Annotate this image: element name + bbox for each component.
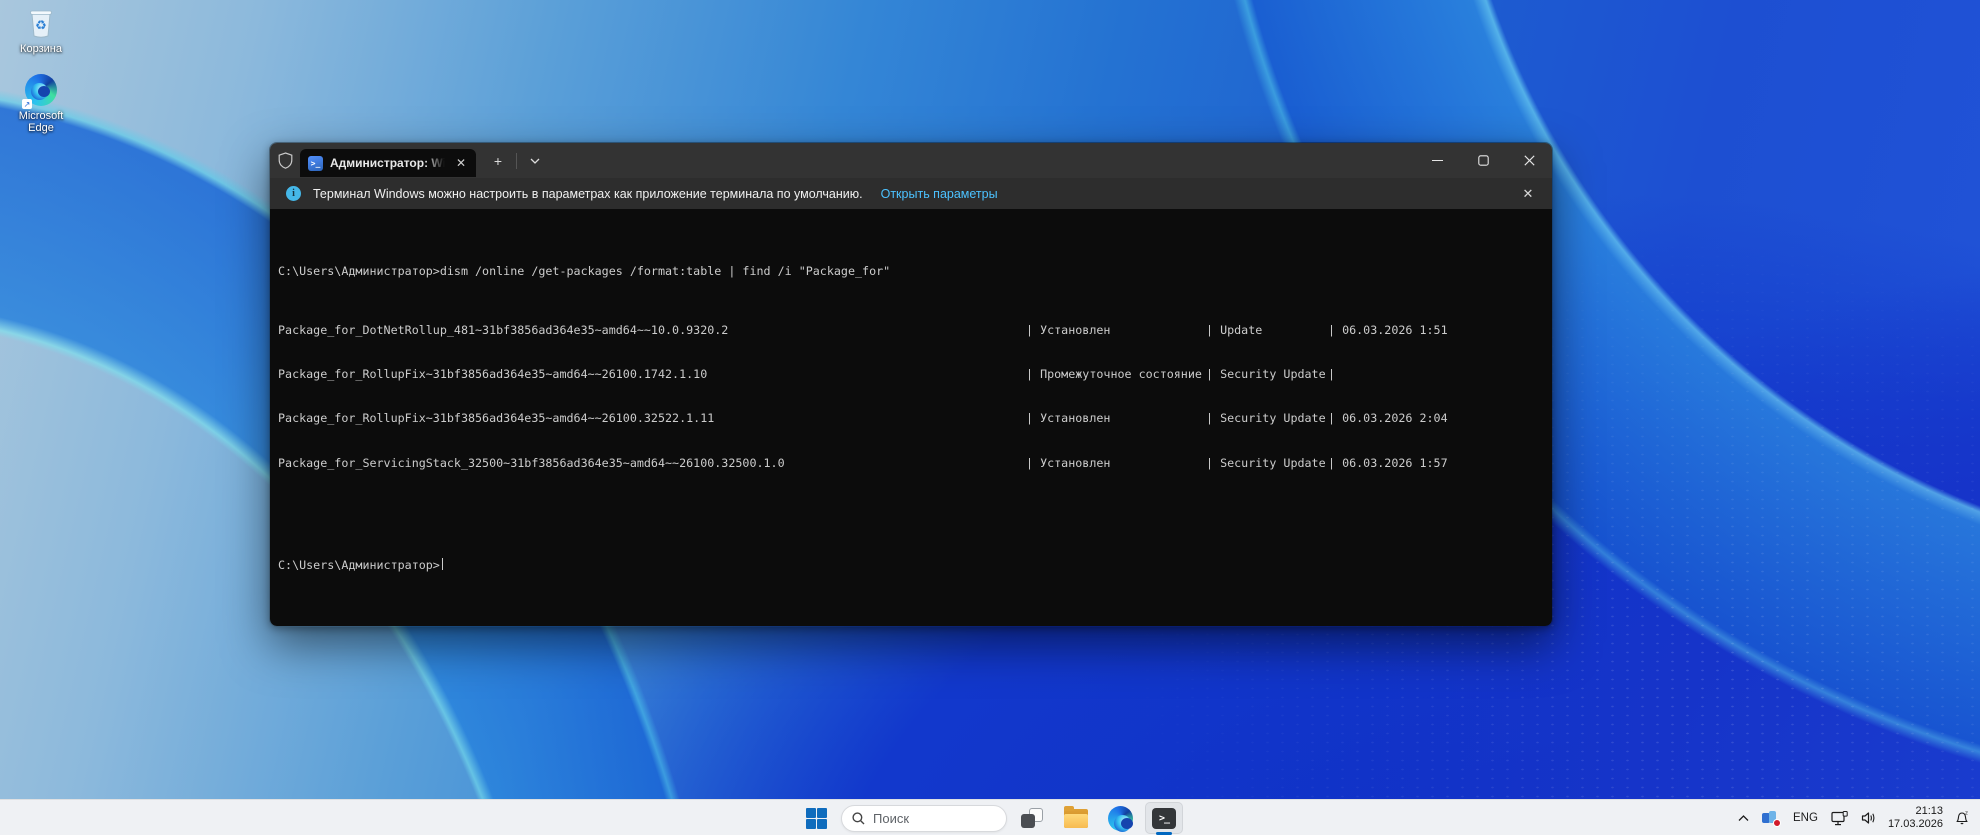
terminal-content[interactable]: C:\Users\Администратор>dism /online /get… bbox=[270, 209, 1552, 627]
command-line: C:\Users\Администратор>dism /online /get… bbox=[278, 264, 1552, 279]
package-row: Package_for_RollupFix~31bf3856ad364e35~a… bbox=[278, 411, 1552, 426]
tab-close-button[interactable]: ✕ bbox=[452, 154, 470, 172]
desktop-icon-label: Корзина bbox=[20, 43, 62, 55]
svg-text:z: z bbox=[1965, 811, 1968, 817]
file-explorer-button[interactable] bbox=[1057, 802, 1095, 834]
powershell-icon: >_ bbox=[308, 156, 323, 171]
info-icon: i bbox=[286, 186, 301, 201]
svg-text:♻: ♻ bbox=[35, 19, 47, 34]
open-settings-link[interactable]: Открыть параметры bbox=[881, 187, 998, 201]
edge-button[interactable] bbox=[1101, 802, 1139, 834]
search-box[interactable] bbox=[841, 805, 1007, 832]
desktop-icon-recycle-bin[interactable]: ♻ Корзина bbox=[2, 6, 80, 55]
tray-device-icon[interactable] bbox=[1760, 804, 1782, 832]
terminal-taskbar-button[interactable]: >_ bbox=[1145, 802, 1183, 834]
clock[interactable]: 21:13 17.03.2026 bbox=[1888, 805, 1943, 831]
windows-logo-icon bbox=[806, 808, 827, 829]
package-row: Package_for_DotNetRollup_481~31bf3856ad3… bbox=[278, 323, 1552, 338]
terminal-window: >_ Администратор: Windows Po ✕ + i Терми… bbox=[269, 142, 1553, 627]
maximize-button[interactable] bbox=[1460, 143, 1506, 178]
desktop-icon-edge[interactable]: ↗ Microsoft Edge bbox=[2, 73, 80, 134]
shortcut-arrow-icon: ↗ bbox=[22, 99, 32, 109]
search-input[interactable] bbox=[873, 811, 973, 826]
clock-time: 21:13 bbox=[1888, 805, 1943, 818]
error-badge bbox=[1773, 819, 1781, 827]
tab-title: Администратор: Windows Po bbox=[330, 156, 445, 170]
edge-icon: ↗ bbox=[24, 73, 58, 107]
tab-dropdown-button[interactable] bbox=[523, 149, 547, 173]
network-icon[interactable] bbox=[1829, 804, 1850, 832]
task-view-button[interactable] bbox=[1013, 802, 1051, 834]
divider bbox=[516, 153, 517, 169]
package-row: Package_for_ServicingStack_32500~31bf385… bbox=[278, 456, 1552, 471]
start-button[interactable] bbox=[797, 802, 835, 834]
terminal-icon: >_ bbox=[1152, 808, 1176, 829]
package-row: Package_for_RollupFix~31bf3856ad364e35~a… bbox=[278, 367, 1552, 382]
new-tab-button[interactable]: + bbox=[486, 149, 510, 173]
notification-bell-icon[interactable]: z bbox=[1952, 804, 1972, 832]
minimize-button[interactable] bbox=[1414, 143, 1460, 178]
infobar-close-button[interactable]: ✕ bbox=[1518, 186, 1538, 202]
search-icon bbox=[852, 812, 865, 825]
infobar-message: Терминал Windows можно настроить в парам… bbox=[313, 187, 863, 201]
task-view-icon bbox=[1021, 808, 1043, 828]
desktop-icon-list: ♻ Корзина ↗ Microsoft Edge bbox=[2, 6, 80, 134]
desktop-icon-label: Microsoft Edge bbox=[6, 110, 76, 134]
tray-overflow-chevron[interactable] bbox=[1736, 804, 1751, 832]
language-indicator[interactable]: ENG bbox=[1791, 804, 1820, 832]
taskbar: >_ ENG 21:13 17.03.2026 z bbox=[0, 799, 1980, 835]
terminal-tab[interactable]: >_ Администратор: Windows Po ✕ bbox=[300, 149, 476, 177]
volume-icon[interactable] bbox=[1859, 804, 1879, 832]
text-cursor bbox=[442, 558, 444, 570]
prompt-line: C:\Users\Администратор> bbox=[278, 558, 1552, 573]
folder-icon bbox=[1064, 809, 1088, 828]
recycle-bin-icon: ♻ bbox=[24, 6, 58, 40]
terminal-titlebar[interactable]: >_ Администратор: Windows Po ✕ + bbox=[270, 143, 1552, 178]
default-terminal-infobar: i Терминал Windows можно настроить в пар… bbox=[270, 178, 1552, 209]
close-window-button[interactable] bbox=[1506, 143, 1552, 178]
admin-shield-icon bbox=[270, 152, 300, 169]
clock-date: 17.03.2026 bbox=[1888, 818, 1943, 831]
edge-icon bbox=[1108, 806, 1133, 831]
